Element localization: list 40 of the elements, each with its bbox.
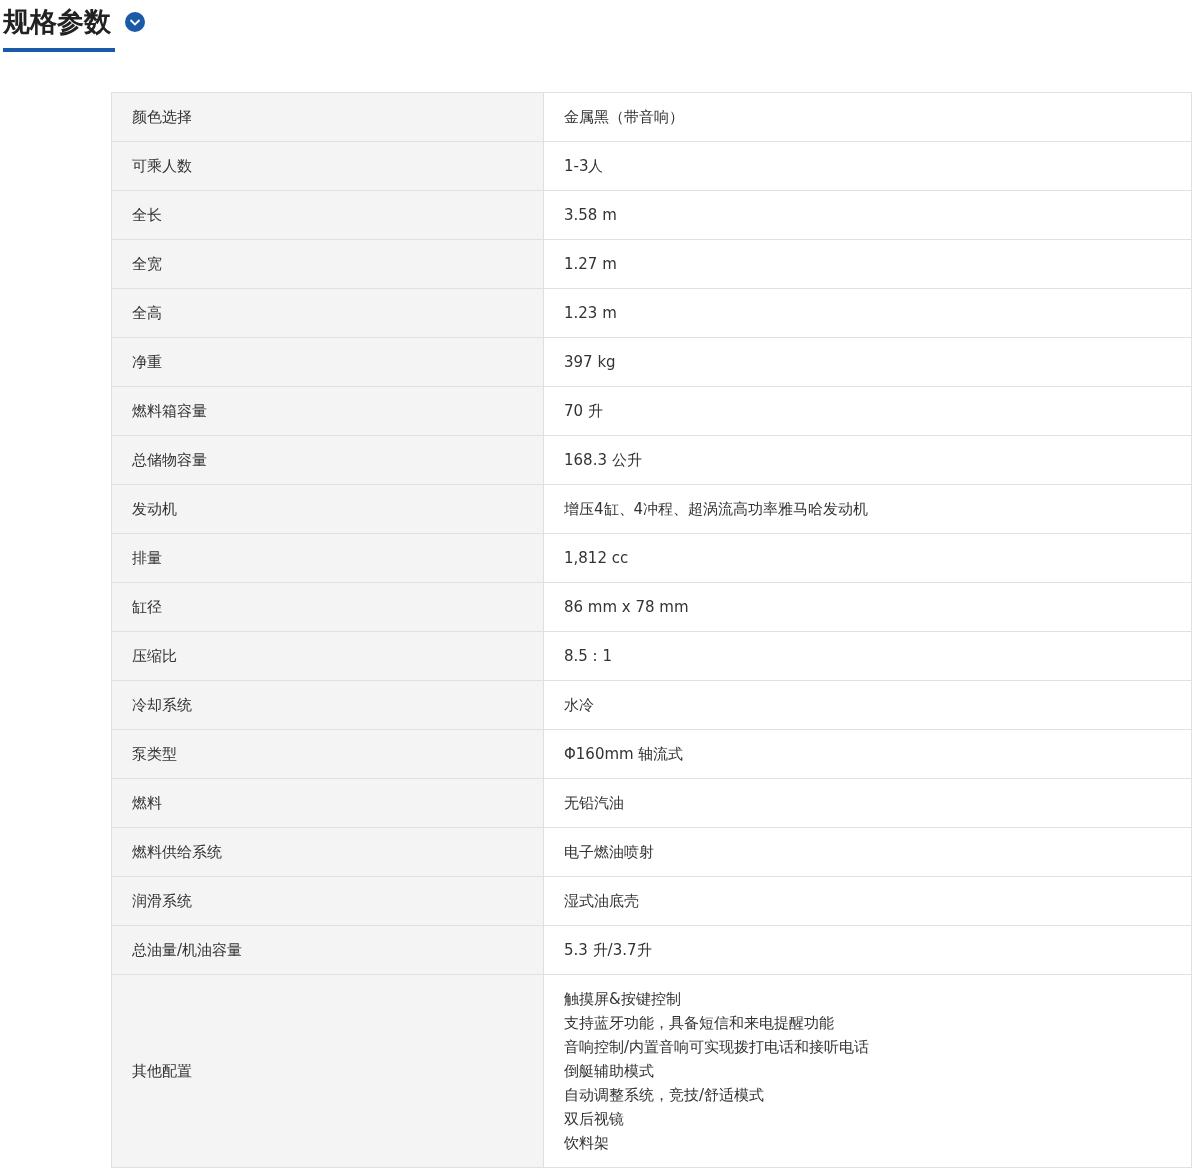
spec-value-cell-text: 8.5 : 1 xyxy=(563,646,613,667)
spec-label-cell: 净重 xyxy=(112,338,544,386)
spec-label-cell: 总油量/机油容量 xyxy=(112,926,544,974)
spec-label-cell: 冷却系统 xyxy=(112,681,544,729)
spec-value-cell-text: 168.3 公升 xyxy=(563,450,643,471)
section-title: 规格参数 xyxy=(3,5,111,39)
spec-value-cell-text: 1-3人 xyxy=(563,156,605,177)
spec-value-cell-text: 增压4缸、4冲程、超涡流高功率雅马哈发动机 xyxy=(563,499,870,520)
spec-value-cell-text: 1.27 m xyxy=(563,254,618,275)
spec-label-cell: 缸径 xyxy=(112,583,544,631)
spec-value-cell-text: 水冷 xyxy=(563,695,595,716)
spec-value-cell-text: Φ160mm 轴流式 xyxy=(563,744,685,765)
spec-label-cell: 泵类型 xyxy=(112,730,544,778)
spec-label-cell: 全宽 xyxy=(112,240,544,288)
spec-value-cell-text: 触摸屏&按键控制 支持蓝牙功能，具备短信和来电提醒功能 音响控制/内置音响可实现拨打电话和接听电话 倒艇辅助模式 自动调整系统，竞技/舒适模式 双后视镜 饮料架 xyxy=(563,989,871,1154)
spec-label-cell: 全长 xyxy=(112,191,544,239)
spec-label-cell: 全高 xyxy=(112,289,544,337)
spec-value-cell-text: 1,812 cc xyxy=(563,548,630,569)
spec-label-cell: 总储物容量 xyxy=(112,436,544,484)
spec-value-cell-text: 397 kg xyxy=(563,352,617,373)
spec-value-cell-text: 86 mm x 78 mm xyxy=(563,597,690,618)
spec-value-cell-text: 电子燃油喷射 xyxy=(563,842,655,863)
spec-label-cell: 润滑系统 xyxy=(112,877,544,925)
spec-label-cell: 发动机 xyxy=(112,485,544,533)
spec-value-cell-text: 湿式油底壳 xyxy=(563,891,640,912)
spec-label-cell: 燃料箱容量 xyxy=(112,387,544,435)
spec-label-cell: 燃料供给系统 xyxy=(112,828,544,876)
spec-label-cell: 排量 xyxy=(112,534,544,582)
spec-value-cell-text: 70 升 xyxy=(563,401,604,422)
spec-label-cell: 可乘人数 xyxy=(112,142,544,190)
spec-label-cell: 燃料 xyxy=(112,779,544,827)
spec-value-cell-text: 无铅汽油 xyxy=(563,793,625,814)
spec-label-cell: 压缩比 xyxy=(112,632,544,680)
spec-value-cell-text: 3.58 m xyxy=(563,205,618,226)
spec-label-cell: 颜色选择 xyxy=(112,93,544,141)
spec-label-cell: 其他配置 xyxy=(112,975,544,1167)
spec-value-cell-text: 金属黑（带音响） xyxy=(563,107,685,128)
spec-value-cell-text: 5.3 升/3.7升 xyxy=(563,940,653,961)
chevron-down-icon[interactable] xyxy=(125,12,145,32)
spec-value-cell-text: 1.23 m xyxy=(563,303,618,324)
